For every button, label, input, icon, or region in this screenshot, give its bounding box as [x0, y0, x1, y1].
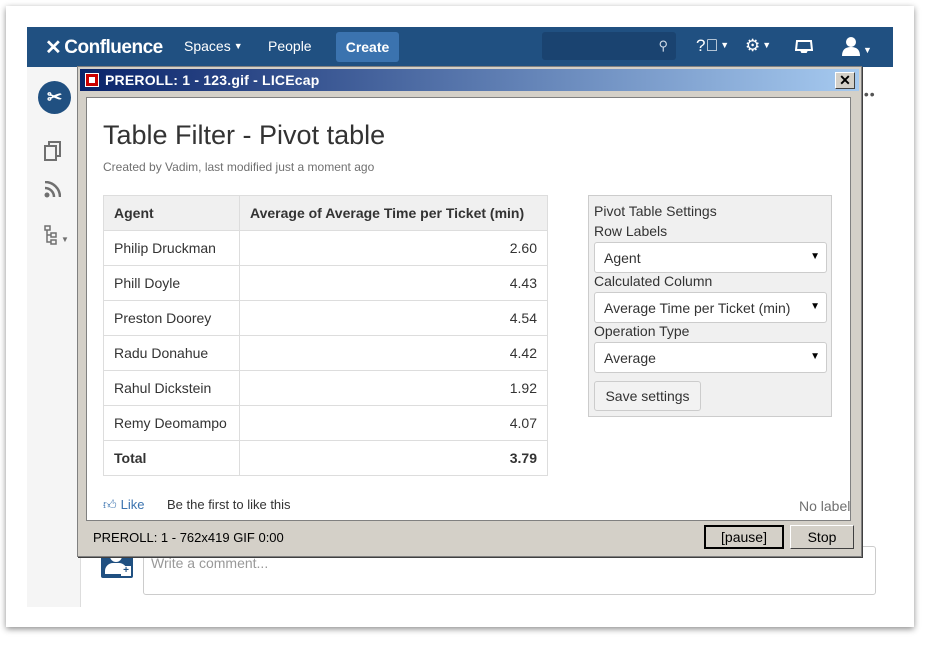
table-row: Remy Deomampo 4.07: [103, 405, 548, 441]
table-row: Rahul Dickstein 1.92: [103, 370, 548, 406]
help-menu[interactable]: ?⃝ ▼: [696, 36, 729, 56]
agent-cell: Preston Doorey: [103, 300, 240, 336]
space-sidebar: ✂ ▼: [27, 67, 81, 607]
user-avatar-icon: [842, 37, 860, 56]
agent-cell: Rahul Dickstein: [103, 370, 240, 406]
like-link[interactable]: Like: [121, 497, 145, 512]
confluence-logo[interactable]: ✕ Confluence: [45, 35, 163, 60]
pivot-table: Agent Average of Average Time per Ticket…: [103, 195, 548, 476]
workbox-button[interactable]: [794, 38, 814, 59]
rss-icon[interactable]: [44, 180, 62, 203]
table-row: Phill Doyle 4.43: [103, 265, 548, 301]
page-tree-icon[interactable]: ▼: [44, 225, 69, 250]
pages-icon[interactable]: [44, 141, 62, 166]
value-cell: 2.60: [239, 230, 548, 266]
licecap-status: PREROLL: 1 - 762x419 GIF 0:00: [93, 530, 284, 545]
gear-icon: ⚙: [745, 36, 761, 55]
settings-title: Pivot Table Settings: [594, 203, 717, 219]
operation-type-value: Average: [604, 350, 656, 366]
like-summary: Be the first to like this: [167, 497, 291, 512]
confluence-logo-text: Confluence: [64, 36, 163, 58]
pause-button[interactable]: [pause]: [704, 525, 784, 549]
table-header-row: Agent Average of Average Time per Ticket…: [103, 195, 548, 231]
stop-button[interactable]: Stop: [790, 525, 854, 549]
plus-icon: +: [121, 566, 131, 576]
agent-cell: Phill Doyle: [103, 265, 240, 301]
dropdown-arrow-icon: ▼: [810, 251, 820, 262]
value-cell: 4.43: [239, 265, 548, 301]
close-icon: ✕: [839, 72, 851, 88]
table-row: Radu Donahue 4.42: [103, 335, 548, 371]
total-value: 3.79: [239, 440, 548, 476]
calculated-column-select[interactable]: Average Time per Ticket (min) ▼: [594, 292, 827, 323]
help-icon: ?⃝: [696, 36, 719, 55]
labels-area: No labels: [799, 498, 851, 514]
settings-menu[interactable]: ⚙ ▼: [745, 36, 771, 56]
value-cell: 4.42: [239, 335, 548, 371]
chevron-down-icon: ▼: [61, 235, 69, 244]
total-label: Total: [103, 440, 240, 476]
capture-area: Table Filter - Pivot table Created by Va…: [86, 97, 851, 521]
calculated-column-value: Average Time per Ticket (min): [604, 300, 791, 316]
total-row: Total 3.79: [103, 440, 548, 476]
search-icon: ⚲: [658, 38, 668, 53]
row-labels-label: Row Labels: [594, 223, 668, 239]
chevron-down-icon: ▼: [720, 40, 730, 50]
search-input[interactable]: ⚲: [542, 32, 676, 60]
nav-people[interactable]: People: [268, 38, 312, 54]
user-menu[interactable]: ▼: [841, 36, 872, 61]
licecap-app-icon: [85, 73, 99, 87]
row-labels-select[interactable]: Agent ▼: [594, 242, 827, 273]
inbox-icon: [794, 40, 814, 53]
licecap-title: PREROLL: 1 - 123.gif - LICEcap: [105, 72, 320, 88]
nav-spaces-label: Spaces: [184, 38, 231, 54]
confluence-logo-icon: ✕: [45, 37, 62, 59]
create-button[interactable]: Create: [336, 32, 399, 62]
agent-cell: Remy Deomampo: [103, 405, 240, 441]
chevron-down-icon: ▼: [863, 45, 872, 55]
calculated-column-label: Calculated Column: [594, 273, 713, 289]
dropdown-arrow-icon: ▼: [810, 351, 820, 362]
nav-spaces[interactable]: Spaces ▼: [184, 38, 243, 54]
thumbs-up-icon[interactable]: 👍︎: [103, 497, 117, 512]
comment-placeholder: Write a comment...: [151, 555, 269, 571]
operation-type-label: Operation Type: [594, 323, 690, 339]
confluence-header: ✕ Confluence Spaces ▼ People Create ⚲ ?⃝ ▼…: [27, 27, 893, 67]
column-header-average[interactable]: Average of Average Time per Ticket (min): [239, 195, 548, 231]
value-cell: 4.07: [239, 405, 548, 441]
row-labels-value: Agent: [604, 250, 641, 266]
operation-type-select[interactable]: Average ▼: [594, 342, 827, 373]
chevron-down-icon: ▼: [233, 41, 243, 51]
like-row: 👍︎ Like Be the first to like this: [103, 497, 291, 513]
space-logo[interactable]: ✂: [38, 81, 71, 114]
pivot-settings-panel: Pivot Table Settings Row Labels Agent ▼ …: [588, 195, 832, 417]
table-row: Preston Doorey 4.54: [103, 300, 548, 336]
licecap-titlebar[interactable]: PREROLL: 1 - 123.gif - LICEcap ✕: [80, 69, 859, 91]
column-header-agent[interactable]: Agent: [103, 195, 240, 231]
close-button[interactable]: ✕: [835, 72, 855, 89]
no-labels-text: No labels: [799, 498, 851, 514]
page-byline: Created by Vadim, last modified just a m…: [103, 160, 375, 174]
value-cell: 1.92: [239, 370, 548, 406]
licecap-window: PREROLL: 1 - 123.gif - LICEcap ✕ Table F…: [77, 66, 862, 557]
page-title: Table Filter - Pivot table: [103, 120, 386, 150]
dropdown-arrow-icon: ▼: [810, 301, 820, 312]
save-settings-button[interactable]: Save settings: [594, 381, 701, 411]
agent-cell: Radu Donahue: [103, 335, 240, 371]
chevron-down-icon: ▼: [762, 40, 772, 50]
value-cell: 4.54: [239, 300, 548, 336]
table-row: Philip Druckman 2.60: [103, 230, 548, 266]
agent-cell: Philip Druckman: [103, 230, 240, 266]
